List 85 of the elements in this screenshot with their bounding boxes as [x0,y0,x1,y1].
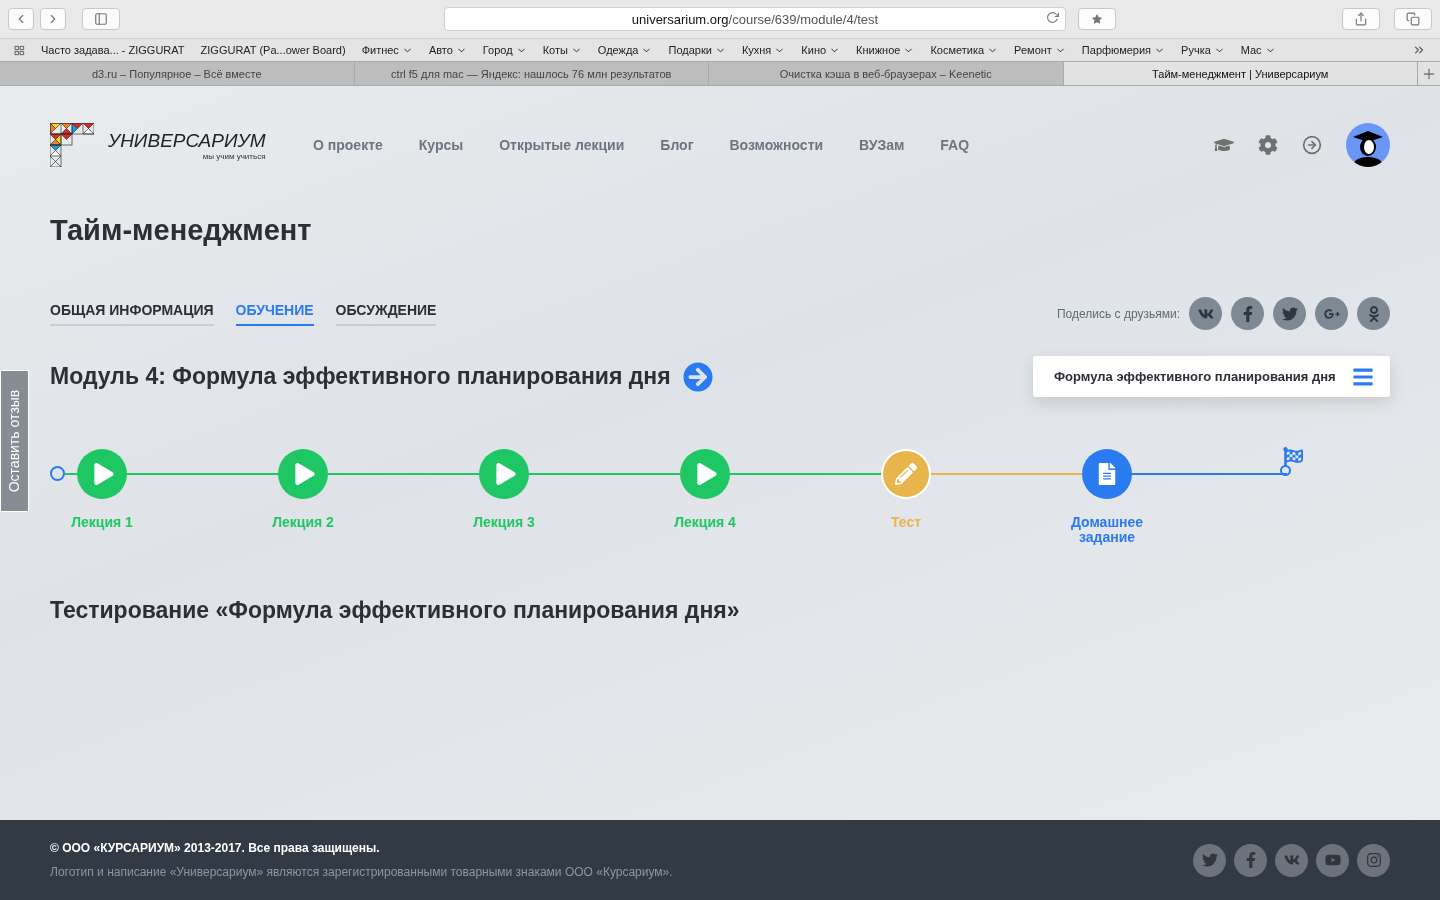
back-button[interactable] [8,8,34,30]
document-icon [1096,463,1118,485]
bookmark-item[interactable]: Парфюмерия [1081,44,1166,56]
avatar-icon[interactable] [1346,123,1390,167]
logo-icon [50,123,94,167]
step-button[interactable] [881,449,931,499]
arrow-right-icon[interactable] [682,361,713,392]
step-button[interactable] [1082,449,1132,499]
timeline-end-dot [1280,465,1291,476]
test-title: Тестирование «Формула эффективного планирования дня» [50,597,741,624]
logout-icon[interactable] [1302,135,1322,155]
bookmark-item[interactable]: Книжное [856,44,915,56]
share-icon [1354,12,1368,26]
logo-text[interactable]: УНИВЕРСАРИУМ [108,129,266,152]
odnoklassniki-button[interactable] [1357,297,1390,330]
grid-icon[interactable] [14,44,25,56]
twitter-button[interactable] [1273,297,1306,330]
youtube-button[interactable] [1316,843,1349,877]
play-icon [495,463,517,485]
new-tab-button[interactable] [1418,62,1440,85]
timeline-line [65,473,77,475]
bookmark-item[interactable]: Mac [1240,44,1276,56]
course-tab[interactable]: ОБСУЖДЕНИЕ [335,301,437,326]
bookmark-item[interactable]: Ручка [1181,44,1225,56]
reload-icon[interactable] [1046,11,1059,24]
nav-link[interactable]: ВУЗам [859,137,905,153]
course-title: Тайм-менеджмент [50,214,313,247]
nav-link[interactable]: Открытые лекции [499,137,625,153]
bookmark-item[interactable]: Город [482,44,527,56]
nav-link[interactable]: Блог [660,137,694,153]
instagram-icon [1365,852,1382,868]
nav-link[interactable]: О проекте [313,137,383,153]
bookmark-item[interactable]: ZIGGURAT (Pa...ower Board) [200,44,346,56]
bookmark-item[interactable]: Авто [428,44,467,56]
step-button[interactable] [278,449,328,499]
tabs-icon [1406,12,1420,26]
star-icon [1092,14,1102,24]
facebook-button[interactable] [1231,297,1264,330]
address-field[interactable]: universarium.org/course/639/module/4/test [444,7,1066,31]
instagram-button[interactable] [1357,843,1390,877]
logo-tagline: мы учим учиться [202,151,266,161]
twitter-icon [1201,852,1218,868]
step-button[interactable] [680,449,730,499]
google-plus-button[interactable] [1315,297,1348,330]
tabs-button[interactable] [1394,8,1432,30]
bookmark-button[interactable] [1078,8,1116,30]
course-tab[interactable]: ОБЩАЯ ИНФОРМАЦИЯ [50,301,214,326]
module-title: Модуль 4: Формула эффективного планирования дня [50,363,671,390]
share-button[interactable] [1342,8,1380,30]
nav-link[interactable]: Курсы [418,137,464,153]
twitter-icon [1281,305,1298,322]
copyright-text: © ООО «КУРСАРИУМ» 2013-2017. Все права защищены. [50,841,381,855]
vk-button[interactable] [1189,297,1222,330]
browser-tab[interactable]: ctrl f5 для mac — Яндекс: нашлось 76 млн результатов [354,62,709,85]
share-label: Поделись с друзьями: [1056,306,1180,321]
browser-tab[interactable]: d3.ru – Популярное – Всё вместе [0,62,355,85]
sidebar-icon [94,12,108,26]
bookmark-item[interactable]: Косметика [930,44,999,56]
bookmark-item[interactable]: Подарки [668,44,726,56]
nav-link[interactable]: Возможности [729,137,824,153]
bookmark-item[interactable]: Кухня [741,44,786,56]
sidebar-button[interactable] [82,8,120,30]
browser-tab[interactable]: Очистка кэша в веб-браузерах – Keenetic [709,62,1064,85]
bookmark-item[interactable]: Коты [542,44,582,56]
nav-link[interactable]: FAQ [940,137,970,153]
bookmark-item[interactable]: Часто задава... - ZIGGURAT [41,44,185,56]
trademark-notice: Логотип и написание «Универсариум» являются зарегистрированными товарными знаками ООО «Курсариум». [50,865,673,879]
play-icon [294,463,316,485]
forward-button[interactable] [40,8,66,30]
module-menu-button[interactable]: Формула эффективного планирования дня [1033,356,1390,397]
browser-tab[interactable]: Тайм-менеджмент | Универсариум [1063,62,1418,85]
step-button[interactable] [479,449,529,499]
step-button[interactable] [77,449,127,499]
bookmark-item[interactable]: Кино [801,44,841,56]
more-icon[interactable] [1412,43,1426,57]
bookmark-item[interactable]: Ремонт [1014,44,1066,56]
play-icon [696,463,718,485]
play-icon [93,463,115,485]
timeline-start-dot [50,466,65,481]
youtube-icon [1324,852,1341,868]
finish-flag-icon [1283,447,1303,467]
pencil-icon [895,463,917,485]
settings-icon[interactable] [1258,135,1278,155]
bookmark-item[interactable]: Одежда [597,44,653,56]
bookmark-item[interactable]: Фитнес [361,44,413,56]
